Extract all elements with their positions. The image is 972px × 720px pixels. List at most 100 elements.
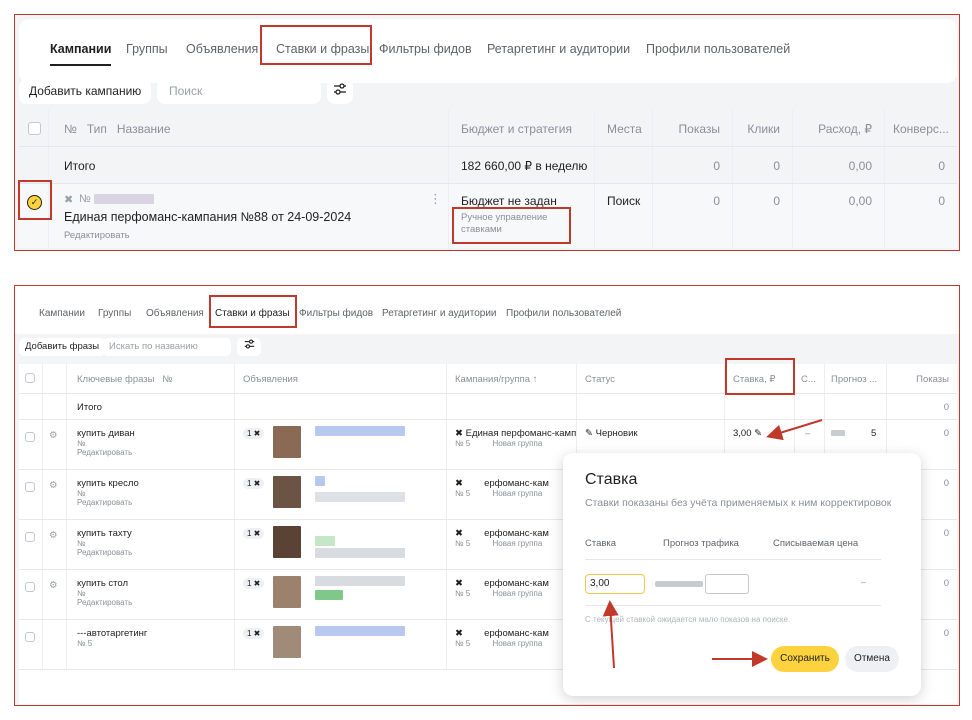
phrase-edit-link[interactable]: Редактировать xyxy=(77,548,234,557)
col-keywords[interactable]: Ключевые фразы № xyxy=(67,364,235,393)
campaign-name-2[interactable]: ✖ ерфоманс-кам xyxy=(455,528,576,539)
add-phrases-button[interactable]: Добавить фразы xyxy=(19,338,106,356)
ads-count-badge[interactable]: 1 ✖ xyxy=(243,528,265,539)
tab-user-profiles[interactable]: Профили пользователей xyxy=(646,42,790,56)
gear-icon[interactable]: ⚙ xyxy=(43,470,67,519)
search-by-name-input[interactable]: Искать по названию xyxy=(103,338,231,356)
col-ads[interactable]: Объявления xyxy=(235,364,447,393)
total-label: Итого xyxy=(49,147,449,183)
phrase-text[interactable]: купить стол xyxy=(77,578,234,589)
forecast-slider[interactable] xyxy=(655,581,703,587)
row-checkbox[interactable] xyxy=(25,632,35,642)
ads-count-badge[interactable]: 1 ✖ xyxy=(243,578,265,589)
group-prefix: № 5 xyxy=(455,589,471,598)
tab2-groups[interactable]: Группы xyxy=(98,308,131,319)
ads-count-badge[interactable]: 1 ✖ xyxy=(243,478,265,489)
group-name: Новая группа xyxy=(492,539,543,548)
campaign-name-2[interactable]: ✖ ерфоманс-кам xyxy=(455,628,576,639)
campaigns-screenshot: Кампании Группы Объявления Ставки и фраз… xyxy=(14,14,960,251)
ads-count-badge[interactable]: 1 ✖ xyxy=(243,428,265,439)
col-forecast[interactable]: Прогноз ... xyxy=(825,364,887,393)
filter-settings-icon[interactable] xyxy=(327,79,353,104)
phrase-edit-link[interactable]: Редактировать xyxy=(77,598,234,607)
campaign-cell: ✖ Единая перфоманс-камп № 5 Новая группа xyxy=(447,420,577,469)
popup-subtitle: Ставки показаны без учёта применяемых к … xyxy=(585,497,892,509)
campaign-edit-link[interactable]: Редактировать xyxy=(64,230,130,241)
bids-screenshot: Кампании Группы Объявления Ставки и фраз… xyxy=(14,285,960,706)
row-checkbox[interactable] xyxy=(25,432,35,442)
tab2-campaigns[interactable]: Кампании xyxy=(39,308,85,319)
phrase-edit-link[interactable]: Редактировать xyxy=(77,448,234,457)
tab-groups[interactable]: Группы xyxy=(126,42,168,56)
save-button[interactable]: Сохранить xyxy=(771,646,839,672)
group-prefix: № 5 xyxy=(455,539,471,548)
col-cost[interactable]: Расход, ₽ xyxy=(793,110,885,146)
col-clicks[interactable]: Клики xyxy=(733,110,793,146)
tab2-user-profiles[interactable]: Профили пользователей xyxy=(506,308,621,319)
ad-text-blurred xyxy=(315,626,405,636)
total-places xyxy=(595,147,653,183)
select-all-checkbox[interactable] xyxy=(28,122,41,135)
campaign-name[interactable]: Единая перфоманс-кампания №88 от 24-09-2… xyxy=(64,210,351,224)
status-text: Черновик xyxy=(595,428,638,439)
phrase-text[interactable]: купить диван xyxy=(77,428,234,439)
tab-feed-filters[interactable]: Фильтры фидов xyxy=(379,42,472,56)
col-name[interactable]: № Тип Название xyxy=(49,110,449,146)
tab-campaigns[interactable]: Кампании xyxy=(50,42,112,66)
group-prefix: № 5 xyxy=(455,439,471,448)
popup-divider-2 xyxy=(585,605,881,606)
total-row: Итого 182 660,00 ₽ в неделю 0 0 0,00 0 xyxy=(19,147,957,184)
row-checkbox[interactable] xyxy=(25,482,35,492)
ads-cell: 1 ✖ xyxy=(235,420,447,469)
campaign-type-icon: ✖ xyxy=(64,194,74,206)
tab-ads[interactable]: Объявления xyxy=(186,42,258,56)
row-cb-cell xyxy=(19,520,43,569)
total-cost: 0,00 xyxy=(793,147,885,183)
ad-text-blurred-2 xyxy=(315,548,405,558)
phrase-num: № xyxy=(77,489,86,498)
phrase-text[interactable]: купить тахту xyxy=(77,528,234,539)
campaign-name-2[interactable]: ✖ ерфоманс-кам xyxy=(455,478,576,489)
col-budget[interactable]: Бюджет и стратегия xyxy=(449,110,595,146)
tab2-retargeting[interactable]: Ретаргетинг и аудитории xyxy=(382,308,497,319)
pencil-icon[interactable]: ✎ xyxy=(754,428,762,439)
campaign-name-text: Единая перфоманс-камп xyxy=(465,428,576,439)
campaign-name-text: ерфоманс-кам xyxy=(484,628,549,639)
col-campaign-group[interactable]: Кампания/группа ↑ xyxy=(447,364,577,393)
col-conversions[interactable]: Конверс... xyxy=(885,110,957,146)
tab2-feed-filters[interactable]: Фильтры фидов xyxy=(299,308,373,319)
select-all-checkbox-2[interactable] xyxy=(25,373,35,383)
campaign-cell: ✖ ерфоманс-кам № 5 Новая группа xyxy=(447,520,577,569)
tab2-ads[interactable]: Объявления xyxy=(146,308,204,319)
search-input[interactable]: Поиск xyxy=(157,79,321,104)
col-status[interactable]: Статус xyxy=(577,364,725,393)
phrase-text[interactable]: купить кресло xyxy=(77,478,234,489)
gear-icon[interactable]: ⚙ xyxy=(43,420,67,469)
ads-count-badge[interactable]: 1 ✖ xyxy=(243,628,265,639)
tab-retargeting[interactable]: Ретаргетинг и аудитории xyxy=(487,42,630,56)
col-c[interactable]: С... xyxy=(795,364,825,393)
gear-icon[interactable]: ⚙ xyxy=(43,570,67,619)
forecast-field[interactable] xyxy=(705,574,749,594)
rate-popup: Ставка Ставки показаны без учёта применя… xyxy=(563,453,921,696)
select-all-cell xyxy=(19,110,49,146)
more-menu-icon[interactable]: ⋮ xyxy=(429,191,442,207)
col-impressions-2[interactable]: Показы xyxy=(887,364,957,393)
campaign-name-2[interactable]: ✖ Единая перфоманс-камп xyxy=(455,428,576,439)
rate-input[interactable]: 3,00 xyxy=(585,574,645,594)
phrase-text[interactable]: ---автотаргетинг xyxy=(77,628,234,639)
add-campaign-button[interactable]: Добавить кампанию xyxy=(19,79,152,104)
phrase-edit-link[interactable]: Редактировать xyxy=(77,498,234,507)
col-impressions[interactable]: Показы xyxy=(653,110,733,146)
ad-thumbnail xyxy=(273,576,301,608)
row-checkbox[interactable] xyxy=(25,532,35,542)
popup-title: Ставка xyxy=(585,471,638,488)
filter-settings-icon-2[interactable] xyxy=(237,338,261,356)
col-places[interactable]: Места xyxy=(595,110,653,146)
gear-icon[interactable]: ⚙ xyxy=(43,520,67,569)
group-line: № 5 Новая группа xyxy=(455,589,576,598)
total-impressions-2: 0 xyxy=(943,402,949,413)
row-checkbox[interactable] xyxy=(25,582,35,592)
cancel-button[interactable]: Отмена xyxy=(845,646,899,672)
campaign-name-2[interactable]: ✖ ерфоманс-кам xyxy=(455,578,576,589)
